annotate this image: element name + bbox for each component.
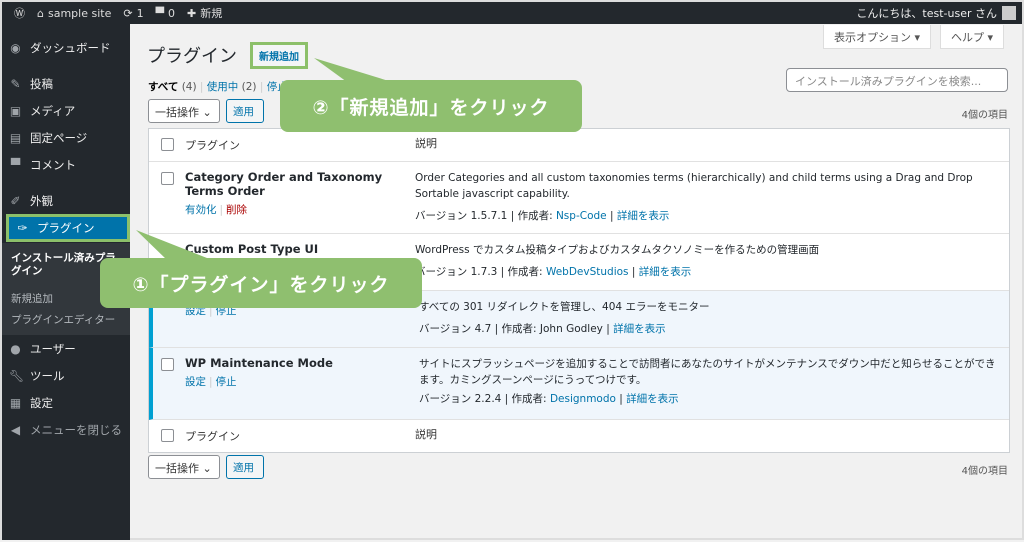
media-icon: ▣ (9, 104, 22, 118)
filter-all[interactable]: すべて (148, 81, 178, 93)
author-link[interactable]: Designmodo (550, 393, 616, 405)
bulk-actions-select[interactable]: 一括操作 ⌄ (148, 99, 220, 123)
sidebar-collapse[interactable]: ◀ メニューを閉じる (2, 419, 130, 441)
comment-icon: ▀ (155, 6, 165, 20)
filter-active[interactable]: 使用中 (207, 81, 239, 93)
sidebar-item-users[interactable]: ● ユーザー (2, 338, 130, 360)
submenu-plugin-editor[interactable]: プラグインエディター (11, 312, 115, 327)
details-link[interactable]: 詳細を表示 (613, 323, 666, 335)
chevron-down-icon: ⌄ (202, 462, 212, 475)
details-link[interactable]: 詳細を表示 (639, 266, 692, 278)
apply-button-bottom[interactable]: 適用 (226, 455, 264, 479)
apply-button[interactable]: 適用 (226, 99, 264, 123)
plus-icon: ✚ (187, 6, 197, 20)
table-footer: プラグイン 説明 (149, 420, 1009, 452)
sidebar-item-settings[interactable]: ▦ 設定 (2, 392, 130, 414)
site-link[interactable]: ⌂ sample site (37, 7, 111, 20)
select-all-checkbox[interactable] (161, 138, 174, 151)
add-new-button[interactable]: 新規追加 (250, 42, 308, 69)
item-count-bottom: 4個の項目 (961, 466, 1008, 477)
table-row: WP Maintenance Mode 設定 | 停止 サイトにスプラッシュページを… (149, 348, 1009, 420)
sidebar-item-plugins[interactable]: ✑ プラグイン (6, 214, 130, 242)
table-header: プラグイン 説明 (149, 129, 1009, 162)
sidebar-item-dashboard[interactable]: ◉ ダッシュボード (2, 37, 130, 59)
comments-link[interactable]: ▀ 0 (156, 7, 175, 20)
dashboard-icon: ◉ (10, 41, 21, 55)
wordpress-logo-icon[interactable]: Ⓦ (14, 5, 25, 21)
settings-link[interactable]: 設定 (185, 376, 206, 388)
sidebar-item-comments[interactable]: ▀ コメント (2, 154, 130, 176)
callout-add-new: ②「新規追加」をクリック (280, 80, 582, 132)
screen-options-button[interactable]: 表示オプション ▾ (823, 25, 932, 49)
admin-bar: Ⓦ ⌂ sample site ⟳ 1 ▀ 0 ✚ 新規 こんにちは、test-user… (2, 2, 1022, 24)
sidebar-item-pages[interactable]: ▤ 固定ページ (2, 127, 130, 149)
plugin-filters: すべて (4) | 使用中 (2) | 停止 (148, 81, 288, 93)
user-icon: ● (10, 342, 21, 356)
item-count: 4個の項目 (961, 110, 1008, 121)
page-title: プラグイン (147, 46, 237, 67)
new-link[interactable]: ✚ 新規 (187, 5, 222, 21)
callout-plugins: ①「プラグイン」をクリック (100, 258, 422, 308)
sidebar-item-appearance[interactable]: ✐ 外観 (2, 190, 130, 212)
sidebar-item-posts[interactable]: ✎ 投稿 (2, 73, 130, 95)
plugin-icon: ✑ (17, 221, 28, 235)
update-icon: ⟳ (123, 6, 133, 20)
avatar (1002, 6, 1016, 20)
pin-icon: ✎ (10, 77, 21, 91)
activate-link[interactable]: 有効化 (185, 204, 217, 216)
help-button[interactable]: ヘルプ ▾ (940, 25, 1005, 49)
details-link[interactable]: 詳細を表示 (626, 393, 679, 405)
chevron-down-icon: ⌄ (202, 106, 212, 119)
delete-link[interactable]: 削除 (226, 204, 247, 216)
bulk-actions-select-bottom[interactable]: 一括操作 ⌄ (148, 455, 220, 479)
wrench-icon: 🔧︎ (9, 369, 25, 383)
select-all-checkbox[interactable] (161, 429, 174, 442)
author-link[interactable]: Nsp-Code (556, 210, 607, 222)
submenu-add-new[interactable]: 新規追加 (11, 291, 53, 306)
updates-link[interactable]: ⟳ 1 (123, 7, 143, 20)
collapse-icon: ◀ (10, 423, 21, 437)
page-icon: ▤ (9, 131, 22, 145)
table-row: Category Order and Taxonomy Terms Order … (149, 162, 1009, 234)
row-checkbox[interactable] (161, 358, 174, 371)
brush-icon: ✐ (10, 194, 21, 208)
deactivate-link[interactable]: 停止 (216, 376, 237, 388)
author-link[interactable]: WebDevStudios (546, 266, 629, 278)
home-icon: ⌂ (37, 6, 44, 20)
user-menu[interactable]: こんにちは、test-user さん (856, 5, 1016, 21)
details-link[interactable]: 詳細を表示 (617, 210, 670, 222)
sidebar-item-tools[interactable]: 🔧︎ ツール (2, 365, 130, 387)
sidebar-item-media[interactable]: ▣ メディア (2, 100, 130, 122)
settings-icon: ▦ (9, 396, 22, 410)
row-checkbox[interactable] (161, 172, 174, 185)
plugin-search-input[interactable]: インストール済みプラグインを検索... (786, 68, 1008, 92)
comment-icon: ▀ (10, 158, 21, 172)
